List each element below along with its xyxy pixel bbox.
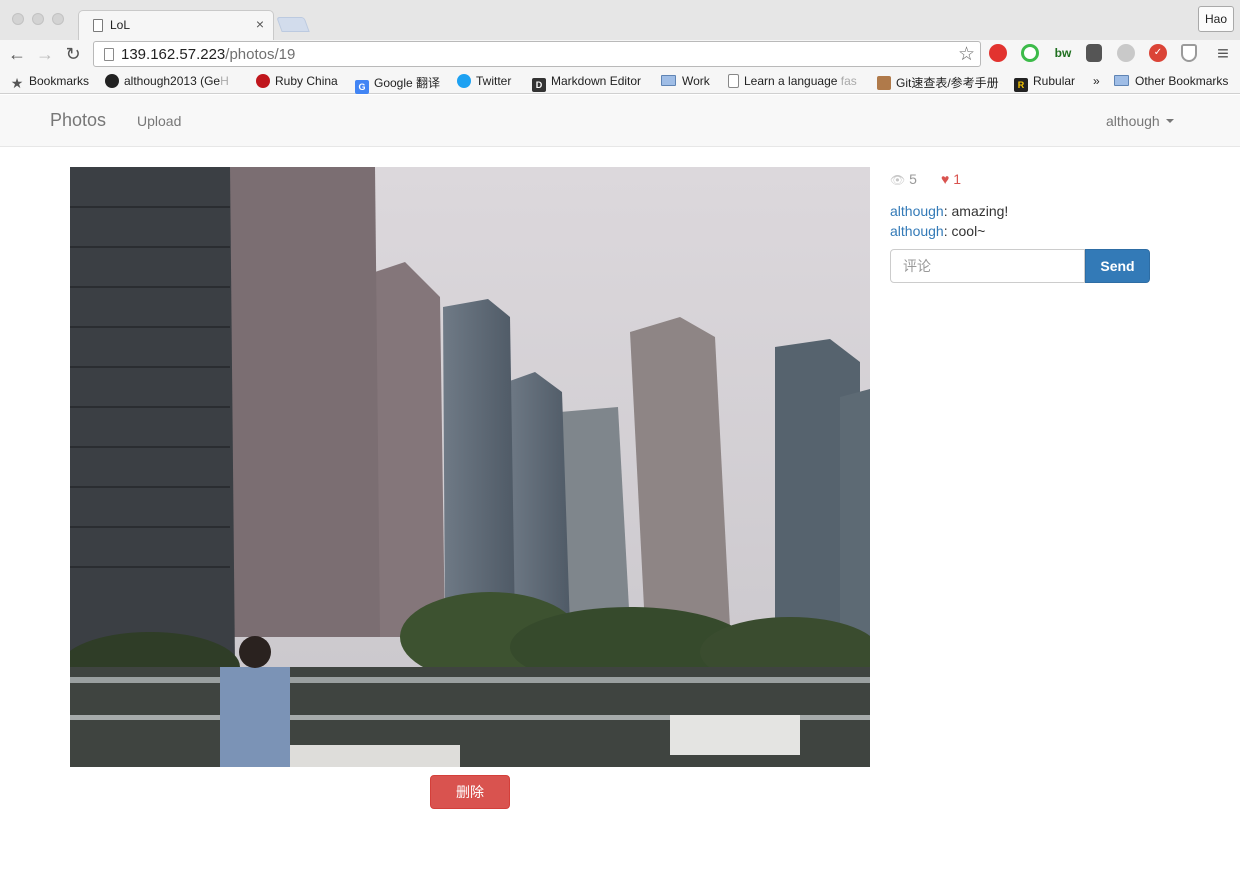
- ruby-icon: [256, 74, 270, 88]
- bookmark-git-cheatsheet[interactable]: Git速查表/参考手册: [877, 74, 999, 91]
- views-count: 👁 5: [890, 171, 917, 187]
- bookmark-folder-work[interactable]: Work: [661, 74, 710, 88]
- bookmark-label: although2013 (Ge: [124, 74, 221, 88]
- window-minimize-dot[interactable]: [32, 13, 44, 25]
- evernote-icon[interactable]: [1086, 44, 1102, 62]
- markdown-icon: D: [532, 78, 546, 92]
- comment-text: : amazing!: [943, 203, 1009, 219]
- twitter-icon: [457, 74, 471, 88]
- send-button[interactable]: Send: [1085, 249, 1150, 283]
- bookmark-twitter[interactable]: Twitter: [457, 74, 511, 88]
- bookmark-star-icon[interactable]: ☆: [958, 43, 975, 66]
- new-tab-button[interactable]: [276, 17, 310, 32]
- github-icon: [105, 74, 119, 88]
- avatar-icon: [877, 76, 891, 90]
- forward-arrow-icon[interactable]: →: [34, 43, 56, 65]
- bookmark-label: Git速查表/参考手册: [896, 76, 999, 90]
- bookmark-label: Markdown Editor: [551, 74, 642, 88]
- check-icon[interactable]: [1117, 44, 1135, 62]
- bookmarks-overflow-chevron-icon[interactable]: »: [1093, 74, 1100, 88]
- comment-input[interactable]: [890, 249, 1085, 283]
- page-icon: [728, 74, 739, 88]
- bookmark-label: Bookmarks: [29, 74, 90, 88]
- page-icon: [104, 48, 114, 61]
- bookmark-other-bookmarks[interactable]: Other Bookmarks: [1114, 74, 1228, 88]
- bw-icon[interactable]: bw: [1052, 44, 1074, 62]
- tab-close-icon[interactable]: ×: [256, 16, 264, 32]
- skyline-photo-illustration: [70, 167, 870, 767]
- brand-link[interactable]: Photos: [50, 110, 106, 131]
- likes-value: 1: [953, 171, 961, 187]
- browser-tab[interactable]: LoL ×: [78, 10, 274, 40]
- bookmark-label: Other Bookmarks: [1135, 74, 1229, 88]
- bookmark-label-faded: H: [220, 74, 229, 88]
- bookmark-label: Google 翻译: [374, 76, 441, 90]
- url-host: 139.162.57.223: [121, 46, 226, 63]
- stop-icon[interactable]: [989, 44, 1007, 62]
- google-translate-icon: G: [355, 80, 369, 94]
- user-dropdown[interactable]: although: [1106, 113, 1174, 129]
- comment-author-link[interactable]: although: [890, 203, 944, 219]
- chrome-menu-icon[interactable]: ≡: [1212, 43, 1234, 65]
- bookmark-github[interactable]: although2013 (GeH: [105, 74, 229, 88]
- eye-icon: 👁: [890, 173, 906, 187]
- url-text[interactable]: 139.162.57.223/photos/19: [121, 46, 295, 63]
- delete-button[interactable]: 删除: [430, 775, 510, 809]
- photo-image: [70, 167, 870, 767]
- address-bar[interactable]: 139.162.57.223/photos/19 ☆: [93, 41, 981, 67]
- todoist-icon[interactable]: ✓: [1149, 44, 1167, 62]
- back-arrow-icon[interactable]: ←: [6, 43, 28, 65]
- folder-icon: [1114, 75, 1129, 86]
- heart-icon: ♥: [941, 171, 950, 187]
- profile-button[interactable]: Hao: [1198, 6, 1234, 32]
- bookmark-ruby-china[interactable]: Ruby China: [256, 74, 338, 88]
- app-navbar: Photos Upload although: [0, 95, 1240, 147]
- bookmark-label: Learn a language: [744, 74, 838, 88]
- comment-text: : cool~: [943, 223, 986, 239]
- bookmark-label: Rubular: [1033, 74, 1076, 88]
- bookmark-label-faded: fas: [837, 74, 857, 88]
- bookmark-label: Ruby China: [275, 74, 338, 88]
- bookmarks-bar: ★ Bookmarks although2013 (GeH Ruby China …: [0, 68, 1240, 94]
- bookmark-label: Twitter: [476, 74, 512, 88]
- bookmark-learn-language[interactable]: Learn a language fas: [728, 74, 857, 88]
- browser-tab-strip: LoL × Hao: [0, 0, 1240, 40]
- circle-icon[interactable]: [1021, 44, 1039, 62]
- folder-icon: [661, 75, 676, 86]
- window-close-dot[interactable]: [12, 13, 24, 25]
- comment-item: although: amazing!: [890, 201, 1008, 221]
- tab-title: LoL: [110, 18, 131, 32]
- comment-list: although: amazing! although: cool~: [890, 201, 1008, 241]
- bookmark-rubular[interactable]: R Rubular: [1014, 74, 1075, 92]
- url-path: /photos/19: [225, 46, 296, 63]
- user-name: although: [1106, 113, 1160, 129]
- nav-upload-link[interactable]: Upload: [137, 113, 181, 129]
- views-value: 5: [909, 171, 917, 187]
- browser-toolbar: ← → ↻ 139.162.57.223/photos/19 ☆ bw ✓ ≡: [0, 40, 1240, 68]
- comment-item: although: cool~: [890, 221, 1008, 241]
- caret-down-icon: [1165, 119, 1174, 123]
- bookmark-label: Work: [682, 74, 710, 88]
- reload-icon[interactable]: ↻: [62, 43, 84, 65]
- window-zoom-dot[interactable]: [52, 13, 64, 25]
- comment-author-link[interactable]: although: [890, 223, 944, 239]
- star-icon: ★: [10, 75, 24, 91]
- rubular-icon: R: [1014, 78, 1028, 92]
- page-icon: [93, 19, 103, 32]
- bookmark-bookmarks[interactable]: ★ Bookmarks: [10, 74, 89, 90]
- bookmark-google-translate[interactable]: G Google 翻译: [355, 74, 440, 94]
- shield-icon[interactable]: [1181, 44, 1197, 62]
- bookmark-markdown-editor[interactable]: D Markdown Editor: [532, 74, 641, 92]
- like-button[interactable]: ♥ 1: [941, 171, 961, 187]
